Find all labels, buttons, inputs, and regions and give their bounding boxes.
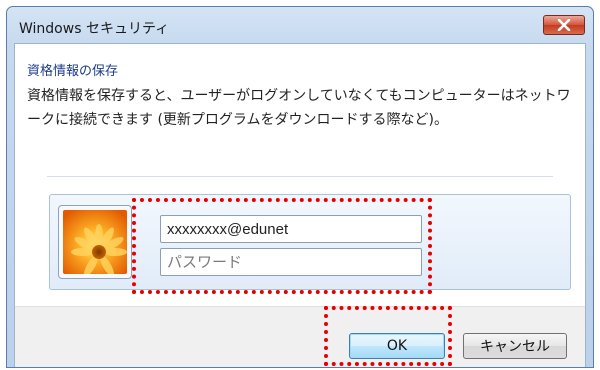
- password-field[interactable]: [160, 248, 422, 276]
- credential-tile[interactable]: [49, 194, 571, 290]
- security-dialog: Windows セキュリティ 資格情報の保存 資格情報を保存すると、ユーザーがロ…: [6, 6, 594, 368]
- username-field[interactable]: [160, 215, 422, 243]
- title-bar[interactable]: Windows セキュリティ: [7, 7, 593, 43]
- button-bar: OK キャンセル: [15, 306, 585, 367]
- close-button[interactable]: [543, 15, 585, 35]
- cancel-button[interactable]: キャンセル: [463, 333, 567, 359]
- user-flower-avatar-icon: [58, 205, 132, 279]
- section-title: 資格情報の保存: [27, 64, 119, 79]
- window-title: Windows セキュリティ: [19, 21, 170, 37]
- dialog-body: 資格情報の保存 資格情報を保存すると、ユーザーがログオンしていなくてもコンピュー…: [14, 43, 586, 367]
- divider: [47, 176, 553, 177]
- ok-button[interactable]: OK: [349, 333, 445, 359]
- description-text: 資格情報を保存すると、ユーザーがログオンしていなくてもコンピューターはネットワー…: [27, 88, 571, 128]
- close-icon: [557, 19, 571, 31]
